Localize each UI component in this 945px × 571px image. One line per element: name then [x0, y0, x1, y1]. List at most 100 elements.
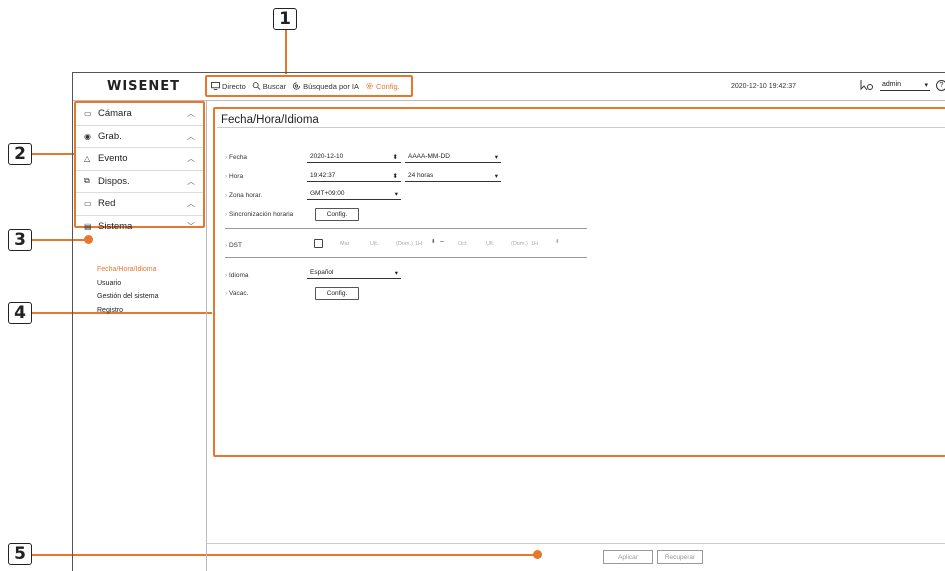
time-format-value: 24 horas	[408, 172, 434, 179]
current-datetime: 2020-12-10 19:42:37	[731, 83, 796, 90]
device-icon: ⧉	[84, 176, 90, 186]
dst-start-week[interactable]: Ult.	[370, 241, 378, 247]
sidebar-item-label: Evento	[98, 153, 128, 165]
nav-config[interactable]: Config.	[365, 82, 400, 91]
language-label: Idioma	[225, 272, 319, 279]
chevron-down-icon: ▾	[394, 269, 398, 277]
submenu-user[interactable]: Usuario	[97, 277, 158, 291]
row-dst: DST	[225, 238, 319, 252]
date-field[interactable]: 2020-12-10 ⬍	[307, 151, 401, 163]
chevron-down-icon: ﹀	[187, 222, 195, 232]
sidebar-item-camera[interactable]: ▭ Cámara ︿	[76, 103, 203, 126]
monitor-icon	[211, 82, 220, 90]
stepper-icon[interactable]: ⬍	[393, 153, 398, 161]
nav-config-label: Config.	[375, 81, 400, 91]
holiday-label: Vacac.	[225, 290, 319, 297]
date-format-value: AAAA-MM-DD	[408, 153, 450, 160]
time-sync-label: Sincronización horaria	[225, 211, 319, 218]
sidebar-item-recording[interactable]: ◉ Grab. ︿	[76, 126, 203, 148]
dst-end-week[interactable]: Ult.	[486, 241, 494, 247]
settings-content: Fecha/Hora/Idioma Fecha 2020-12-10 ⬍ AAA…	[213, 107, 945, 457]
sidebar-item-network[interactable]: ▭ Red ︿	[76, 193, 203, 216]
row-timezone: Zona horar.	[225, 188, 319, 202]
record-icon: ◉	[84, 131, 91, 141]
submenu-date-time[interactable]: Fecha/Hora/Idioma	[97, 263, 158, 277]
dst-checkbox[interactable]	[314, 239, 323, 248]
timezone-select[interactable]: GMT+09:00 ▾	[307, 188, 401, 200]
time-label: Hora	[225, 173, 319, 180]
callout-3: 3	[8, 229, 32, 251]
top-nav: Directo Buscar Búsqueda por IA Config.	[205, 75, 413, 97]
nav-search-label: Buscar	[262, 81, 287, 91]
ai-search-icon	[293, 82, 301, 90]
chevron-up-icon: ︿	[187, 154, 195, 164]
top-bar: WISENET Directo Buscar Búsqueda por IA C…	[73, 73, 945, 101]
date-format-select[interactable]: AAAA-MM-DD ▾	[405, 151, 501, 163]
callout-4: 4	[8, 302, 32, 324]
sidebar-item-label: Sistema	[98, 221, 133, 233]
holiday-config-button[interactable]: Config.	[315, 287, 359, 300]
camera-icon: ▭	[84, 109, 92, 119]
dst-end-day[interactable]: (Dom.)	[511, 241, 528, 247]
sidebar-item-system[interactable]: ▤ Sistema ﹀	[76, 216, 203, 239]
callout-1: 1	[273, 8, 297, 30]
date-value: 2020-12-10	[310, 153, 344, 160]
sidebar-item-event[interactable]: △ Evento ︿	[76, 148, 203, 171]
chevron-down-icon: ▾	[394, 190, 398, 198]
stepper-icon[interactable]: ⬍	[555, 239, 560, 245]
divider	[225, 257, 587, 258]
sidebar-item-label: Dispos.	[98, 175, 130, 187]
system-icon: ▤	[84, 222, 92, 232]
language-value: Español	[310, 269, 334, 276]
chevron-down-icon: ▾	[494, 172, 498, 180]
chevron-down-icon: ▾	[494, 153, 498, 161]
sidebar-menu: ▭ Cámara ︿ ◉ Grab. ︿ △ Evento ︿ ⧉ Dispos…	[74, 101, 205, 232]
time-format-select[interactable]: 24 horas ▾	[405, 170, 501, 182]
help-icon[interactable]: ?	[936, 79, 945, 91]
timezone-value: GMT+09:00	[310, 190, 345, 197]
nav-live-label: Directo	[222, 81, 246, 91]
row-holiday: Vacac.	[225, 286, 319, 300]
chevron-down-icon: ▾	[924, 81, 928, 89]
page-title: Fecha/Hora/Idioma	[221, 114, 319, 126]
app-window: WISENET Directo Buscar Búsqueda por IA C…	[72, 72, 945, 571]
cursor-settings-icon[interactable]	[860, 79, 874, 91]
callout-2: 2	[8, 143, 32, 165]
chevron-up-icon: ︿	[187, 109, 195, 119]
row-date: Fecha	[225, 150, 319, 164]
row-time-sync: Sincronización horaria	[225, 207, 319, 221]
apply-button[interactable]: Aplicar	[603, 550, 653, 564]
callout-5: 5	[8, 543, 32, 565]
main-panel: Fecha/Hora/Idioma Fecha 2020-12-10 ⬍ AAA…	[207, 101, 945, 571]
submenu-log[interactable]: Registro	[97, 304, 158, 318]
user-dropdown[interactable]: admin ▾	[880, 80, 930, 91]
nav-live[interactable]: Directo	[211, 82, 246, 91]
dst-start-day[interactable]: (Dom.)	[396, 241, 413, 247]
dst-end-hour[interactable]: 1H	[531, 241, 538, 247]
callout-1-line	[285, 30, 287, 74]
chevron-up-icon: ︿	[187, 131, 195, 141]
title-divider	[217, 127, 945, 128]
dst-range-separator: ~	[440, 239, 445, 246]
time-field[interactable]: 19:42:37 ⬍	[307, 170, 401, 182]
logo: WISENET	[107, 79, 181, 94]
dst-end-month[interactable]: Oct	[458, 241, 467, 247]
nav-search[interactable]: Buscar	[252, 82, 286, 91]
bell-icon: △	[84, 154, 91, 164]
submenu-system-management[interactable]: Gestión del sistema	[97, 290, 158, 304]
row-time: Hora	[225, 169, 319, 183]
sidebar-item-label: Cámara	[98, 108, 132, 120]
dst-start-hour[interactable]: 1H	[415, 241, 422, 247]
recover-button[interactable]: Recuperar	[657, 550, 703, 564]
footer-divider	[207, 543, 945, 544]
date-label: Fecha	[225, 154, 319, 161]
user-area: admin ▾ ?	[860, 79, 945, 91]
language-select[interactable]: Español ▾	[307, 267, 401, 279]
dst-start-month[interactable]: Mar	[340, 241, 349, 247]
stepper-icon[interactable]: ⬍	[431, 239, 436, 245]
sidebar-item-device[interactable]: ⧉ Dispos. ︿	[76, 171, 203, 193]
stepper-icon[interactable]: ⬍	[393, 172, 398, 180]
chevron-up-icon: ︿	[187, 176, 195, 186]
time-sync-config-button[interactable]: Config.	[315, 208, 359, 221]
nav-ai-search[interactable]: Búsqueda por IA	[292, 82, 359, 91]
